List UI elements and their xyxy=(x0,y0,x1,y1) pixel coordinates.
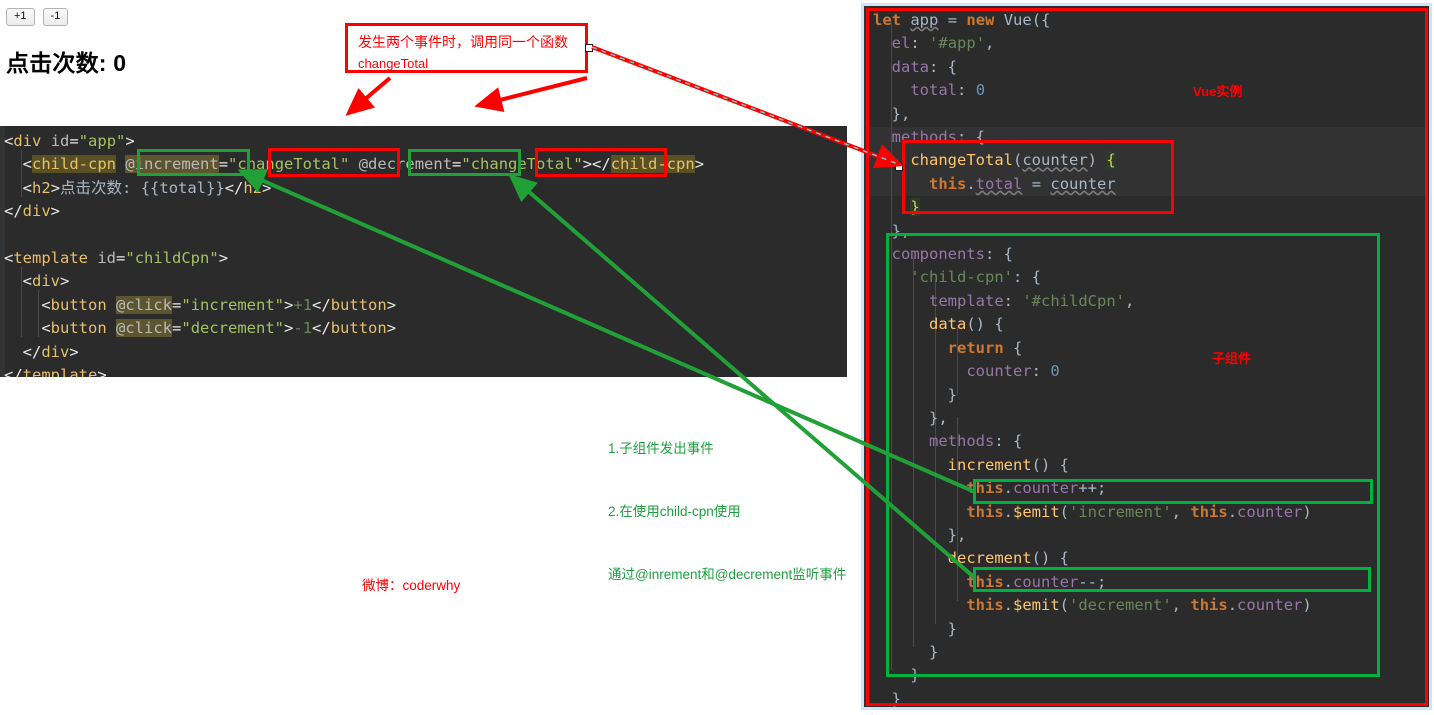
increment-button[interactable]: +1 xyxy=(6,8,35,26)
decrement-button[interactable]: -1 xyxy=(42,8,69,26)
arrow-callout-to-total-1 xyxy=(345,76,392,116)
callout-box-same-function: 发生两个事件时，调用同一个函数 changeTotal xyxy=(345,23,588,73)
callout-resize-handle[interactable] xyxy=(585,44,593,52)
green-outline-at-decrement xyxy=(408,149,521,176)
click-count-heading: 点击次数: 0 xyxy=(6,50,127,76)
green-note-block: 1.子组件发出事件 2.在使用child-cpn使用 通过@inrement和@… xyxy=(608,396,846,627)
green-note-line-2: 2.在使用child-cpn使用 xyxy=(608,504,741,519)
red-outline-change-total-2 xyxy=(535,148,667,177)
red-outline-change-total-1 xyxy=(268,148,400,177)
green-note-line-1: 1.子组件发出事件 xyxy=(608,441,714,456)
green-outline-components xyxy=(886,233,1380,677)
arrow-callout-to-total-2 xyxy=(474,76,588,113)
screenshot-root: +1 -1 点击次数: 0 <div id="app"> <child-cpn … xyxy=(0,0,1434,715)
preview-button-row: +1 -1 xyxy=(6,8,69,26)
green-outline-at-increment xyxy=(137,149,250,176)
callout-line-2: changeTotal xyxy=(358,56,429,71)
green-outline-emit-decrement xyxy=(973,567,1371,592)
weibo-credit: 微博：coderwhy xyxy=(362,578,461,593)
green-note-line-3: 通过@inrement和@decrement监听事件 xyxy=(608,567,847,582)
callout-line-1: 发生两个事件时，调用同一个函数 xyxy=(358,34,568,50)
red-outline-change-total-method xyxy=(902,140,1174,214)
green-outline-emit-increment xyxy=(973,479,1373,504)
arrow-endpoint-handle[interactable] xyxy=(895,163,903,171)
label-vue-instance: Vue实例 xyxy=(1193,84,1243,99)
label-child-component: 子组件 xyxy=(1212,351,1252,366)
